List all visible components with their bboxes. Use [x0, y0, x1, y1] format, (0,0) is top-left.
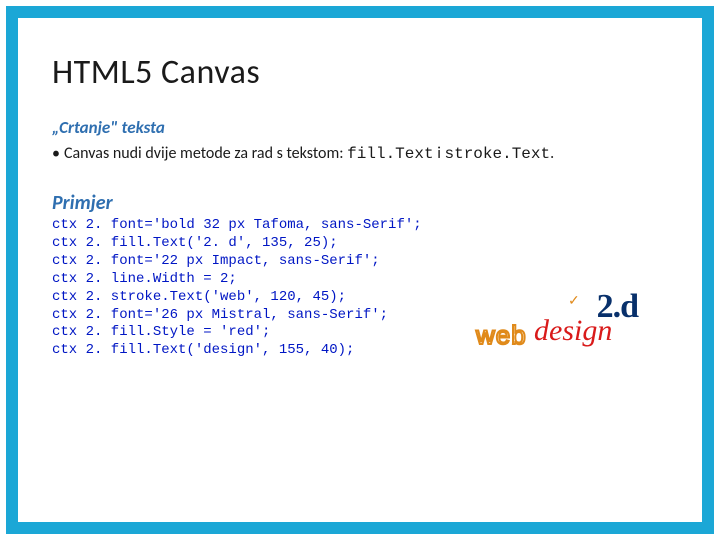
slide-frame: HTML5 Canvas „Crtanje" teksta •Canvas nu…	[6, 6, 714, 534]
section-subheading: „Crtanje" teksta	[52, 117, 668, 138]
method-stroketext: stroke.Text	[444, 145, 550, 163]
bullet-end: .	[550, 144, 554, 163]
bullet-lead: Canvas nudi dvije metode za rad s teksto…	[64, 144, 347, 163]
demo-text-web: web	[476, 320, 527, 351]
example-heading: Primjer	[52, 191, 668, 215]
page-title: HTML5 Canvas	[52, 52, 668, 93]
bullet-text: •Canvas nudi dvije metode za rad s tekst…	[52, 144, 668, 163]
canvas-output-illustration: 2.d ✓ web design	[472, 290, 642, 362]
demo-text-design: design	[534, 314, 612, 348]
bullet-dot-icon: •	[52, 144, 64, 163]
bullet-sep: i	[434, 144, 445, 163]
method-filltext: fill.Text	[347, 145, 433, 163]
demo-tick-icon: ✓	[568, 292, 580, 309]
